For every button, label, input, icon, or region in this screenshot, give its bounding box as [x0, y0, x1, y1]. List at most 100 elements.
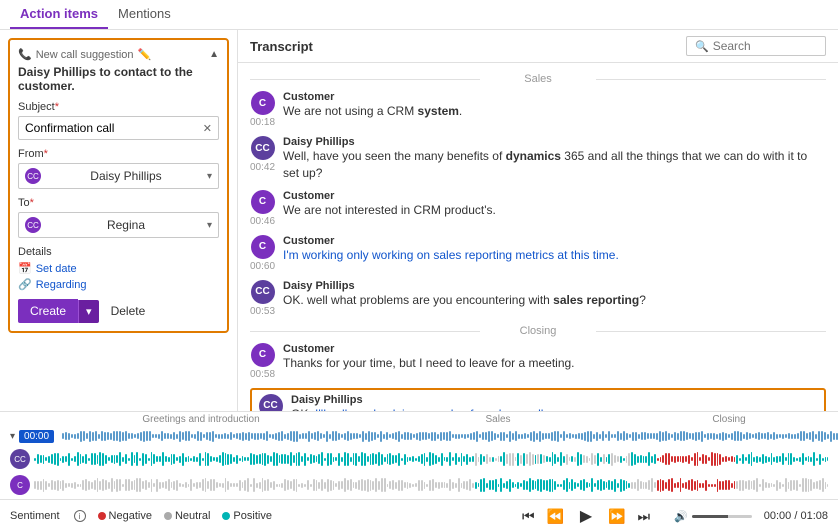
sentiment-bar: Sentiment i Negative Neutral Positive ⏮ … — [0, 499, 838, 532]
search-icon: 🔍 — [695, 40, 709, 53]
time-display: 00:00 / 01:08 — [764, 510, 828, 522]
set-date-link[interactable]: 📅 Set date — [18, 262, 219, 275]
transcript-title: Transcript — [250, 39, 313, 54]
link-icon: 🔗 — [18, 278, 32, 291]
transcript-entry: C 00:18 Customer We are not using a CRM … — [250, 91, 826, 128]
details-label: Details — [18, 246, 219, 258]
rewind-button[interactable]: ⏪ — [545, 508, 566, 525]
entry-speaker: Customer — [283, 235, 826, 247]
seg-label-closing: Closing — [630, 414, 828, 425]
action-card: 📞 New call suggestion ✏️ ▲ Daisy Phillip… — [8, 38, 229, 333]
subject-input-wrapper[interactable]: ✕ — [18, 116, 219, 140]
from-label: From* — [18, 148, 219, 160]
negative-dot — [98, 512, 106, 520]
neutral-label: Neutral — [175, 510, 210, 522]
entry-body: Daisy Phillips Well, have you seen the m… — [283, 136, 826, 182]
entry-time: 00:53 — [250, 306, 275, 317]
subject-group: Subject* ✕ — [18, 101, 219, 140]
to-avatar: CC — [25, 217, 41, 233]
to-value: Regina — [107, 218, 145, 232]
entry-body: Customer Thanks for your time, but I nee… — [283, 343, 826, 372]
highlighted-transcript-entry: CC 01:01 Daisy Phillips OK. I'll call yo… — [250, 388, 826, 411]
collapse-icon[interactable]: ▲ — [209, 49, 219, 60]
entry-body: Customer We are not interested in CRM pr… — [283, 190, 826, 219]
create-button[interactable]: Create — [18, 299, 78, 323]
entry-time: 00:46 — [250, 216, 275, 227]
delete-button[interactable]: Delete — [111, 304, 146, 318]
time-badge: 00:00 — [19, 430, 54, 443]
entry-speaker: Customer — [283, 190, 826, 202]
action-buttons: Create ▾ Delete — [18, 299, 219, 323]
negative-label: Negative — [109, 510, 152, 522]
volume-slider[interactable] — [692, 515, 752, 518]
skip-forward-end-button[interactable]: ⏭ — [635, 508, 652, 525]
calendar-icon: 📅 — [18, 262, 32, 275]
regarding-link[interactable]: 🔗 Regarding — [18, 278, 219, 291]
bottom-panel: Greetings and introduction Sales Closing… — [0, 411, 838, 532]
tab-mentions[interactable]: Mentions — [108, 0, 181, 29]
from-group: From* CC Daisy Phillips ▾ — [18, 148, 219, 189]
entry-body: Customer I'm working only working on sal… — [283, 235, 826, 264]
timeline-row: ▾ 00:00 — [0, 425, 838, 447]
waveform-avatar-cc: CC — [10, 449, 30, 469]
entry-text: Thanks for your time, but I need to leav… — [283, 355, 826, 372]
entry-body: Customer We are not using a CRM system. — [283, 91, 826, 120]
details-section: Details 📅 Set date 🔗 Regarding — [18, 246, 219, 291]
entry-text: OK. well what problems are you encounter… — [283, 292, 826, 309]
suggestion-header: 📞 New call suggestion ✏️ ▲ — [18, 48, 219, 61]
play-button[interactable]: ▶ — [574, 504, 598, 528]
sales-divider: Sales — [250, 73, 826, 85]
sentiment-neutral: Neutral — [164, 510, 210, 522]
transcript-entry: CC 00:42 Daisy Phillips Well, have you s… — [250, 136, 826, 182]
transcript-header: Transcript 🔍 — [238, 30, 838, 63]
avatar: CC — [251, 280, 275, 304]
timeline-track[interactable] — [58, 427, 838, 445]
avatar: C — [251, 190, 275, 214]
to-chevron-icon[interactable]: ▾ — [207, 220, 212, 231]
info-icon[interactable]: i — [74, 510, 86, 522]
entry-body: Daisy Phillips OK. well what problems ar… — [283, 280, 826, 309]
search-box[interactable]: 🔍 — [686, 36, 826, 56]
avatar: CC — [259, 394, 283, 411]
suggestion-text: New call suggestion — [36, 49, 134, 61]
skip-back-start-button[interactable]: ⏮ — [520, 508, 537, 525]
entry-speaker: Daisy Phillips — [283, 280, 826, 292]
waveform-row-c: C — [0, 473, 838, 497]
search-input[interactable] — [713, 39, 817, 53]
transcript-entry: C 00:60 Customer I'm working only workin… — [250, 235, 826, 272]
expand-icon[interactable]: ▾ — [10, 431, 15, 442]
transcript-entry: C 00:58 Customer Thanks for your time, b… — [250, 343, 826, 380]
to-label: To* — [18, 197, 219, 209]
volume-icon[interactable]: 🔊 — [674, 510, 688, 523]
fast-forward-button[interactable]: ⏩ — [606, 508, 627, 525]
seg-label-greetings: Greetings and introduction — [36, 414, 366, 425]
avatar: C — [251, 235, 275, 259]
entry-text: I'm working only working on sales report… — [283, 247, 826, 264]
sentiment-positive: Positive — [222, 510, 272, 522]
entry-speaker: Daisy Phillips — [283, 136, 826, 148]
entry-time: 00:42 — [250, 162, 275, 173]
avatar: C — [251, 343, 275, 367]
from-avatar: CC — [25, 168, 41, 184]
tab-action-items[interactable]: Action items — [10, 0, 108, 29]
entry-body: Daisy Phillips OK. I'll call you back in… — [291, 394, 818, 411]
waveform-c — [34, 475, 828, 495]
from-select[interactable]: CC Daisy Phillips ▾ — [18, 163, 219, 189]
entry-time: 00:58 — [250, 369, 275, 380]
sentiment-label: Sentiment — [10, 510, 60, 522]
volume-section: 🔊 — [674, 510, 752, 523]
waveform-avatar-c: C — [10, 475, 30, 495]
from-chevron-icon[interactable]: ▾ — [207, 171, 212, 182]
transcript-content: Sales C 00:18 Customer We are not using … — [238, 63, 838, 411]
right-panel: Transcript 🔍 Sales C 00:18 Customer We a… — [238, 30, 838, 411]
create-dropdown-button[interactable]: ▾ — [78, 300, 99, 323]
to-select[interactable]: CC Regina ▾ — [18, 212, 219, 238]
avatar: CC — [251, 136, 275, 160]
edit-icon[interactable]: ✏️ — [138, 48, 152, 61]
entry-speaker: Customer — [283, 343, 826, 355]
subject-input[interactable] — [25, 121, 203, 135]
clear-subject-icon[interactable]: ✕ — [203, 122, 212, 135]
neutral-dot — [164, 512, 172, 520]
entry-speaker: Daisy Phillips — [291, 394, 818, 406]
positive-dot — [222, 512, 230, 520]
